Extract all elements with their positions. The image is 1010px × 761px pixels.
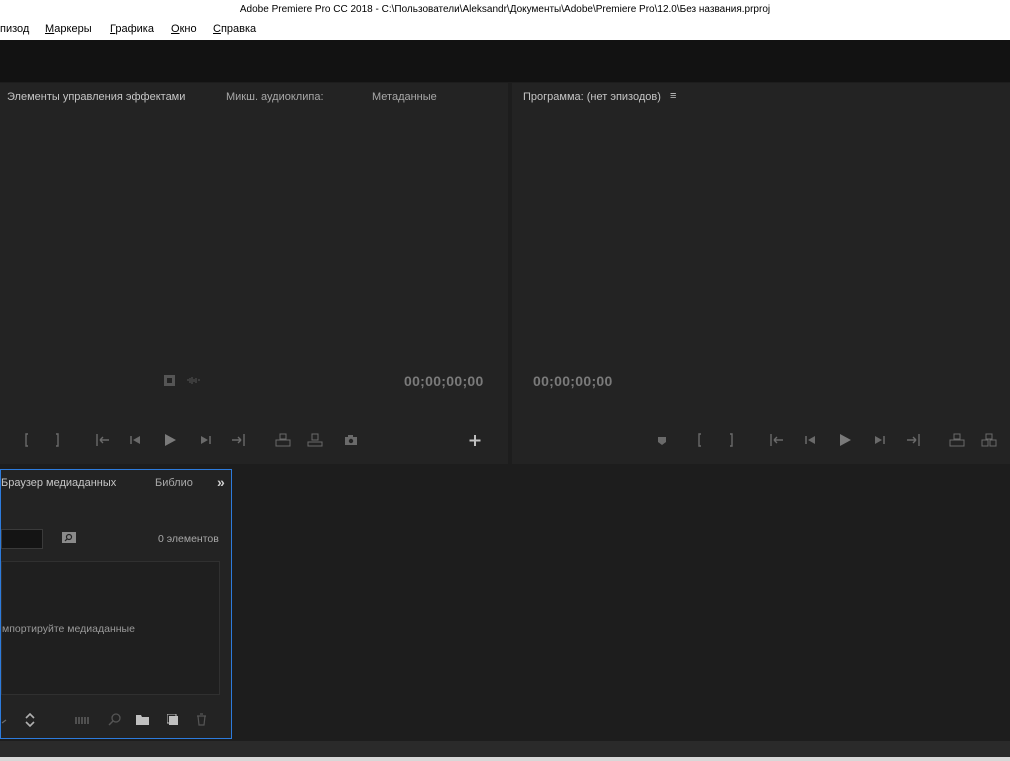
- waveform-icon[interactable]: [186, 375, 202, 386]
- program-step-forward-icon[interactable]: [873, 433, 887, 447]
- insert-icon[interactable]: [275, 433, 291, 447]
- project-panel: Браузер медиаданных Библио » 0 элементов…: [0, 469, 232, 739]
- program-go-to-out-icon[interactable]: [906, 433, 922, 447]
- mark-out-icon[interactable]: [53, 433, 61, 447]
- tab-metadata[interactable]: Метаданные: [372, 91, 437, 103]
- mark-in-icon[interactable]: [23, 433, 31, 447]
- menu-item-window[interactable]: Окно: [171, 23, 197, 35]
- search-input[interactable]: [1, 529, 43, 549]
- window-title: Adobe Premiere Pro CC 2018 - C:\Пользова…: [239, 4, 771, 15]
- program-step-back-icon[interactable]: [803, 433, 817, 447]
- find-folder-icon[interactable]: [62, 532, 76, 544]
- overflow-tabs-icon[interactable]: »: [217, 474, 225, 490]
- program-mark-out-icon[interactable]: [727, 433, 735, 447]
- step-back-icon[interactable]: [128, 433, 142, 447]
- tab-program[interactable]: Программа: (нет эпизодов): [523, 91, 661, 103]
- program-panel: Программа: (нет эпизодов) ≡ 00;00;00;00: [512, 83, 1010, 464]
- workspace-toolbar: [0, 40, 1010, 82]
- overwrite-icon[interactable]: [307, 433, 323, 447]
- tab-effect-controls[interactable]: Элементы управления эффектами: [7, 91, 185, 103]
- new-bin-icon[interactable]: [136, 714, 149, 725]
- zoom-out-icon[interactable]: [1, 714, 7, 726]
- window-title-bar: Adobe Premiere Pro CC 2018 - C:\Пользова…: [0, 0, 1010, 20]
- go-to-out-icon[interactable]: [231, 433, 247, 447]
- automate-to-sequence-icon[interactable]: [75, 715, 91, 725]
- menu-item-help[interactable]: Справка: [213, 23, 256, 35]
- filter-icon[interactable]: [164, 375, 175, 386]
- tab-media-browser[interactable]: Браузер медиаданных: [1, 477, 116, 489]
- status-bar: [0, 757, 1010, 761]
- sort-icon[interactable]: [25, 713, 35, 727]
- source-panel: Элементы управления эффектами Микш. ауди…: [0, 83, 508, 464]
- add-button-icon[interactable]: [469, 433, 481, 447]
- item-count: 0 элементов: [158, 533, 219, 545]
- program-go-to-in-icon[interactable]: [768, 433, 784, 447]
- new-item-icon[interactable]: [167, 714, 179, 726]
- menu-bar: пизод Маркеры Графика Окно Справка: [0, 20, 1010, 40]
- step-forward-icon[interactable]: [199, 433, 213, 447]
- program-mark-in-icon[interactable]: [696, 433, 704, 447]
- media-list-area[interactable]: мпортируйте медиаданные: [1, 561, 220, 695]
- find-icon[interactable]: [108, 713, 121, 726]
- menu-item-graphics[interactable]: Графика: [110, 23, 154, 35]
- program-play-icon[interactable]: [838, 433, 852, 447]
- menu-item-markers[interactable]: Маркеры: [45, 23, 92, 35]
- add-marker-icon[interactable]: [657, 433, 667, 447]
- tab-libraries[interactable]: Библио: [155, 477, 193, 489]
- lift-icon[interactable]: [949, 433, 965, 447]
- source-timecode[interactable]: 00;00;00;00: [404, 373, 484, 389]
- menu-item-episode[interactable]: пизод: [0, 23, 29, 35]
- tab-audio-clip-mixer[interactable]: Микш. аудиоклипа:: [226, 91, 324, 103]
- export-frame-camera-icon[interactable]: [344, 433, 358, 447]
- go-to-in-icon[interactable]: [94, 433, 110, 447]
- panel-menu-icon[interactable]: ≡: [670, 90, 676, 102]
- program-timecode[interactable]: 00;00;00;00: [533, 373, 613, 389]
- empty-hint: мпортируйте медиаданные: [2, 623, 135, 635]
- play-icon[interactable]: [163, 433, 177, 447]
- extract-icon[interactable]: [981, 433, 997, 447]
- trash-icon[interactable]: [196, 713, 207, 726]
